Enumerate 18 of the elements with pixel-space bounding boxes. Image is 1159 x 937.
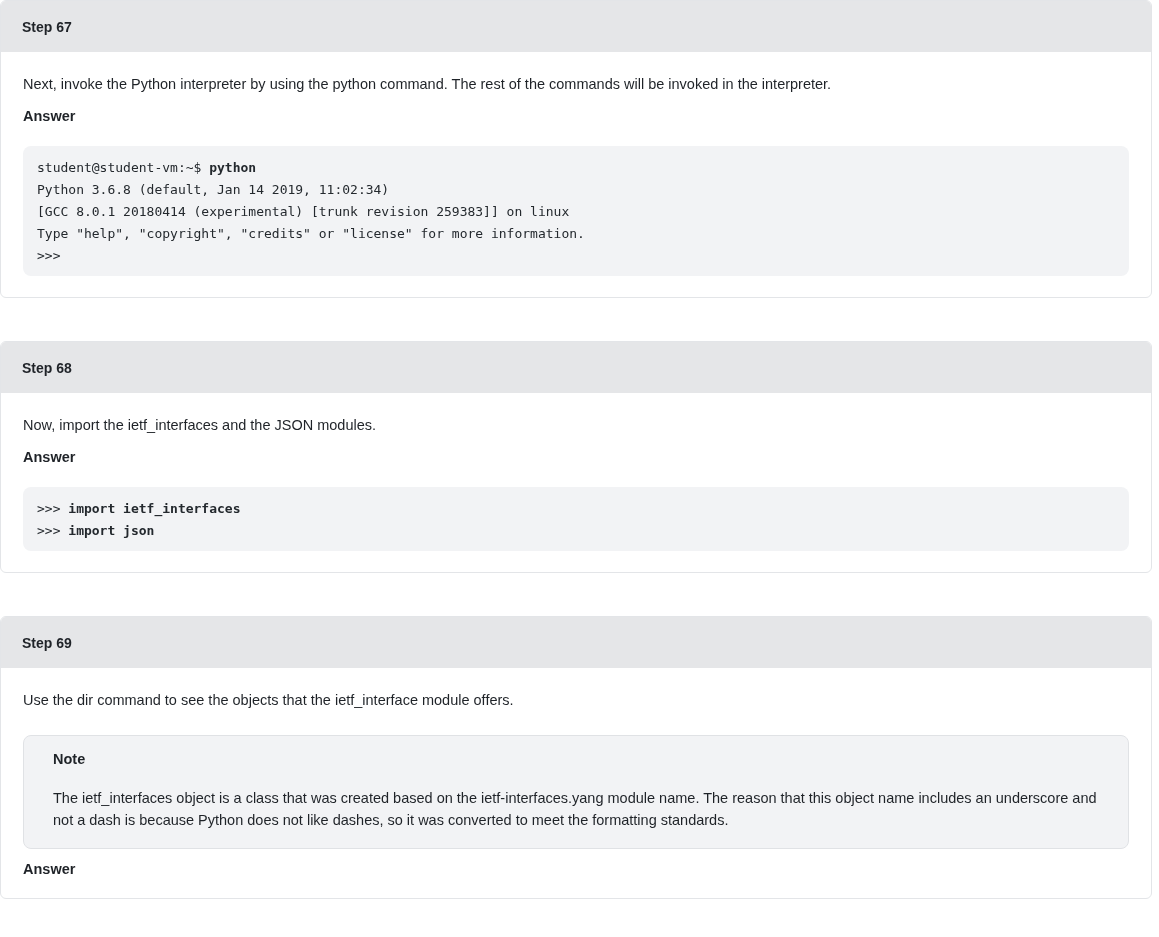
- step-title: Step 69: [22, 634, 72, 651]
- step-title: Step 67: [22, 18, 72, 35]
- instruction-text: Use the dir command to see the objects that the ietf_interface module offers.: [23, 691, 515, 710]
- step-title: Step 68: [22, 359, 72, 376]
- code-line: Type "help", "copyright", "credits" or "license" for more information.: [37, 225, 586, 243]
- answer-label: Answer: [23, 861, 77, 877]
- note-title: Note: [53, 751, 87, 767]
- code-line: >>>: [37, 247, 62, 265]
- code-line: >>> import json: [37, 522, 156, 540]
- code-line: [GCC 8.0.1 20180414 (experimental) [trunk revision 259383]] on linux: [37, 203, 571, 221]
- answer-label: Answer: [23, 108, 77, 124]
- instruction-text: Next, invoke the Python interpreter by using the python command. The rest of the commands will be invoked in the interpreter.: [23, 75, 833, 94]
- instruction-text: Now, import the ietf_interfaces and the JSON modules.: [23, 416, 377, 435]
- note-text: The ietf_interfaces object is a class that was created based on the ietf-interfaces.yang module name. The reason that this object name includes an underscore and not a dash is because Python does not like dashes, so it was converted to meet the formatting standards.: [53, 789, 1098, 830]
- code-line: >>> import ietf_interfaces: [37, 500, 242, 519]
- answer-label: Answer: [23, 449, 77, 465]
- code-line: student@student-vm:~$ python: [37, 159, 258, 177]
- code-line: Python 3.6.8 (default, Jan 14 2019, 11:02:34): [37, 181, 391, 199]
